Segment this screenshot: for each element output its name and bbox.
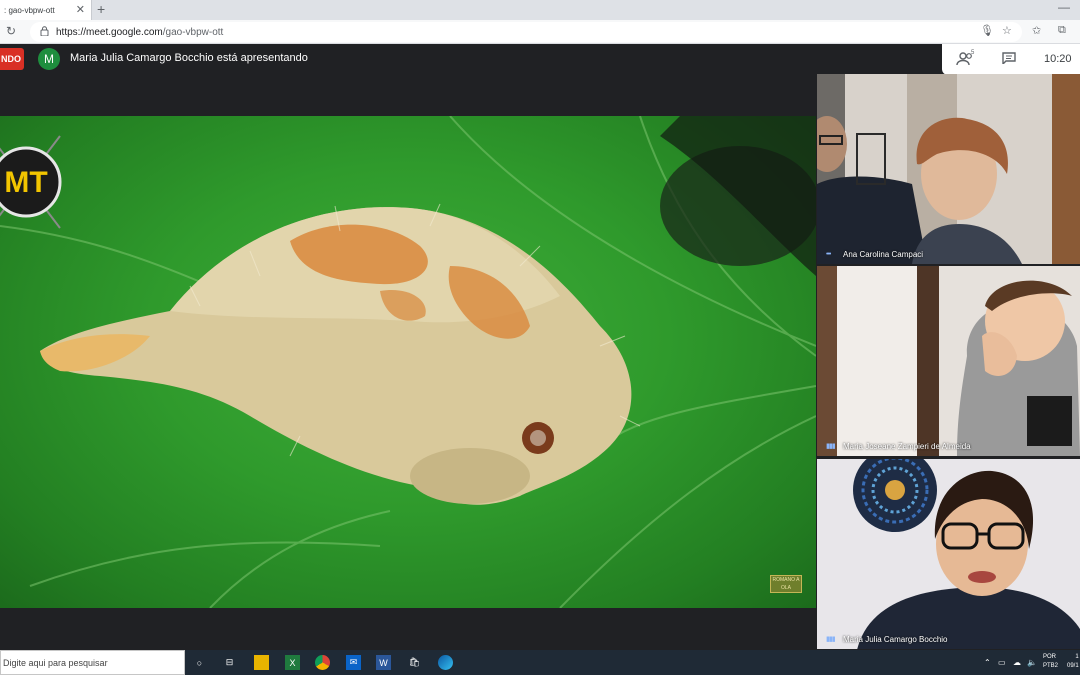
windows-taskbar: Digite aqui para pesquisar ○ ⊟ X ✉ W 🛍 ⌃…	[0, 650, 1080, 675]
input-language[interactable]: POR PTB2	[1043, 653, 1058, 671]
recording-badge: NDO	[0, 48, 24, 70]
leaf-background	[0, 116, 816, 608]
word-icon[interactable]: W	[376, 655, 391, 670]
edge-icon[interactable]	[438, 655, 453, 670]
chat-icon[interactable]	[1002, 52, 1016, 64]
meeting-clock: 10:20	[1044, 53, 1072, 65]
meet-controls-panel: 5 10:20	[942, 44, 1080, 75]
new-tab-icon[interactable]: +	[97, 1, 105, 17]
participant-name: Ana Carolina Campaci	[843, 250, 924, 259]
language-code: POR	[1043, 654, 1057, 660]
store-icon[interactable]: 🛍	[407, 655, 422, 670]
url-path: /gao-vbpw-ott	[162, 26, 224, 38]
volume-icon[interactable]: 🔈	[1027, 658, 1037, 667]
favorites-icon[interactable]: ✩	[1032, 24, 1041, 37]
star-icon[interactable]: ☆	[1002, 24, 1012, 37]
taskbar-time: 1	[1075, 654, 1079, 660]
participant-video	[817, 459, 1080, 649]
onedrive-icon[interactable]: ☁	[1013, 658, 1021, 667]
task-view-icon[interactable]: ⊟	[222, 655, 237, 670]
tab-title: : gao-vbpw-ott	[4, 5, 55, 15]
more-options-icon[interactable]: •••	[826, 251, 831, 258]
cortana-icon[interactable]: ○	[192, 655, 207, 670]
close-tab-icon[interactable]: ✕	[76, 3, 85, 16]
participant-video	[817, 74, 1080, 264]
mail-icon[interactable]: ✉	[346, 655, 361, 670]
taskbar-clock[interactable]: 1 09/1	[1067, 653, 1079, 671]
url-host: https://meet.google.com	[56, 26, 163, 38]
meet-top-bar: NDO M Maria Julia Camargo Bocchio está a…	[0, 44, 1080, 74]
participant-tile[interactable]: ▮▮▮ Maria Joseane Zampieri de Almeida	[817, 266, 1080, 456]
url-field[interactable]: https://meet.google.com/gao-vbpw-ott	[30, 22, 1022, 42]
channel-logo: MT	[0, 135, 62, 229]
participant-tile[interactable]: ▮▮▮ Maria Julia Camargo Bocchio	[817, 459, 1080, 649]
network-icon[interactable]: ▭	[998, 658, 1006, 667]
presentation-stage: MT ROMANO A OLA	[0, 74, 816, 650]
participant-name: Maria Julia Camargo Bocchio	[843, 635, 948, 644]
browser-tab[interactable]: : gao-vbpw-ott ✕	[0, 0, 92, 20]
minimize-icon[interactable]: —	[1058, 0, 1070, 14]
video-watermark: ROMANO A OLA	[770, 575, 802, 593]
taskbar-search-box[interactable]: Digite aqui para pesquisar	[0, 650, 185, 675]
caterpillar-illustration	[40, 203, 641, 505]
chrome-icon[interactable]	[315, 655, 330, 670]
address-bar: ↻ https://meet.google.com/gao-vbpw-ott 🎙…	[0, 20, 1080, 44]
participant-video	[817, 266, 1080, 456]
presenter-avatar: M	[38, 48, 60, 70]
excel-icon[interactable]: X	[285, 655, 300, 670]
keyboard-layout: PTB2	[1043, 663, 1059, 669]
shared-slide: MT ROMANO A OLA	[0, 116, 816, 608]
file-explorer-icon[interactable]	[254, 655, 269, 670]
reload-icon[interactable]: ↻	[6, 24, 16, 38]
search-placeholder: Digite aqui para pesquisar	[3, 657, 108, 668]
logo-text: MT	[4, 166, 47, 199]
browser-tab-bar: : gao-vbpw-ott ✕ + —	[0, 0, 1080, 20]
participant-name: Maria Joseane Zampieri de Almeida	[843, 442, 971, 451]
collections-icon[interactable]: ⧉	[1058, 24, 1066, 37]
presenting-status: Maria Julia Camargo Bocchio está apresen…	[70, 52, 308, 64]
lock-icon[interactable]	[40, 25, 49, 39]
participant-tile[interactable]: ••• Ana Carolina Campaci	[817, 74, 1080, 264]
taskbar-date: 09/1	[1067, 663, 1079, 669]
people-count: 5	[971, 50, 975, 56]
microphone-icon[interactable]: 🎙	[980, 24, 994, 37]
audio-level-icon: ▮▮▮	[826, 443, 836, 450]
audio-level-icon: ▮▮▮	[826, 636, 836, 643]
show-hidden-icons-icon[interactable]: ⌃	[984, 658, 991, 667]
